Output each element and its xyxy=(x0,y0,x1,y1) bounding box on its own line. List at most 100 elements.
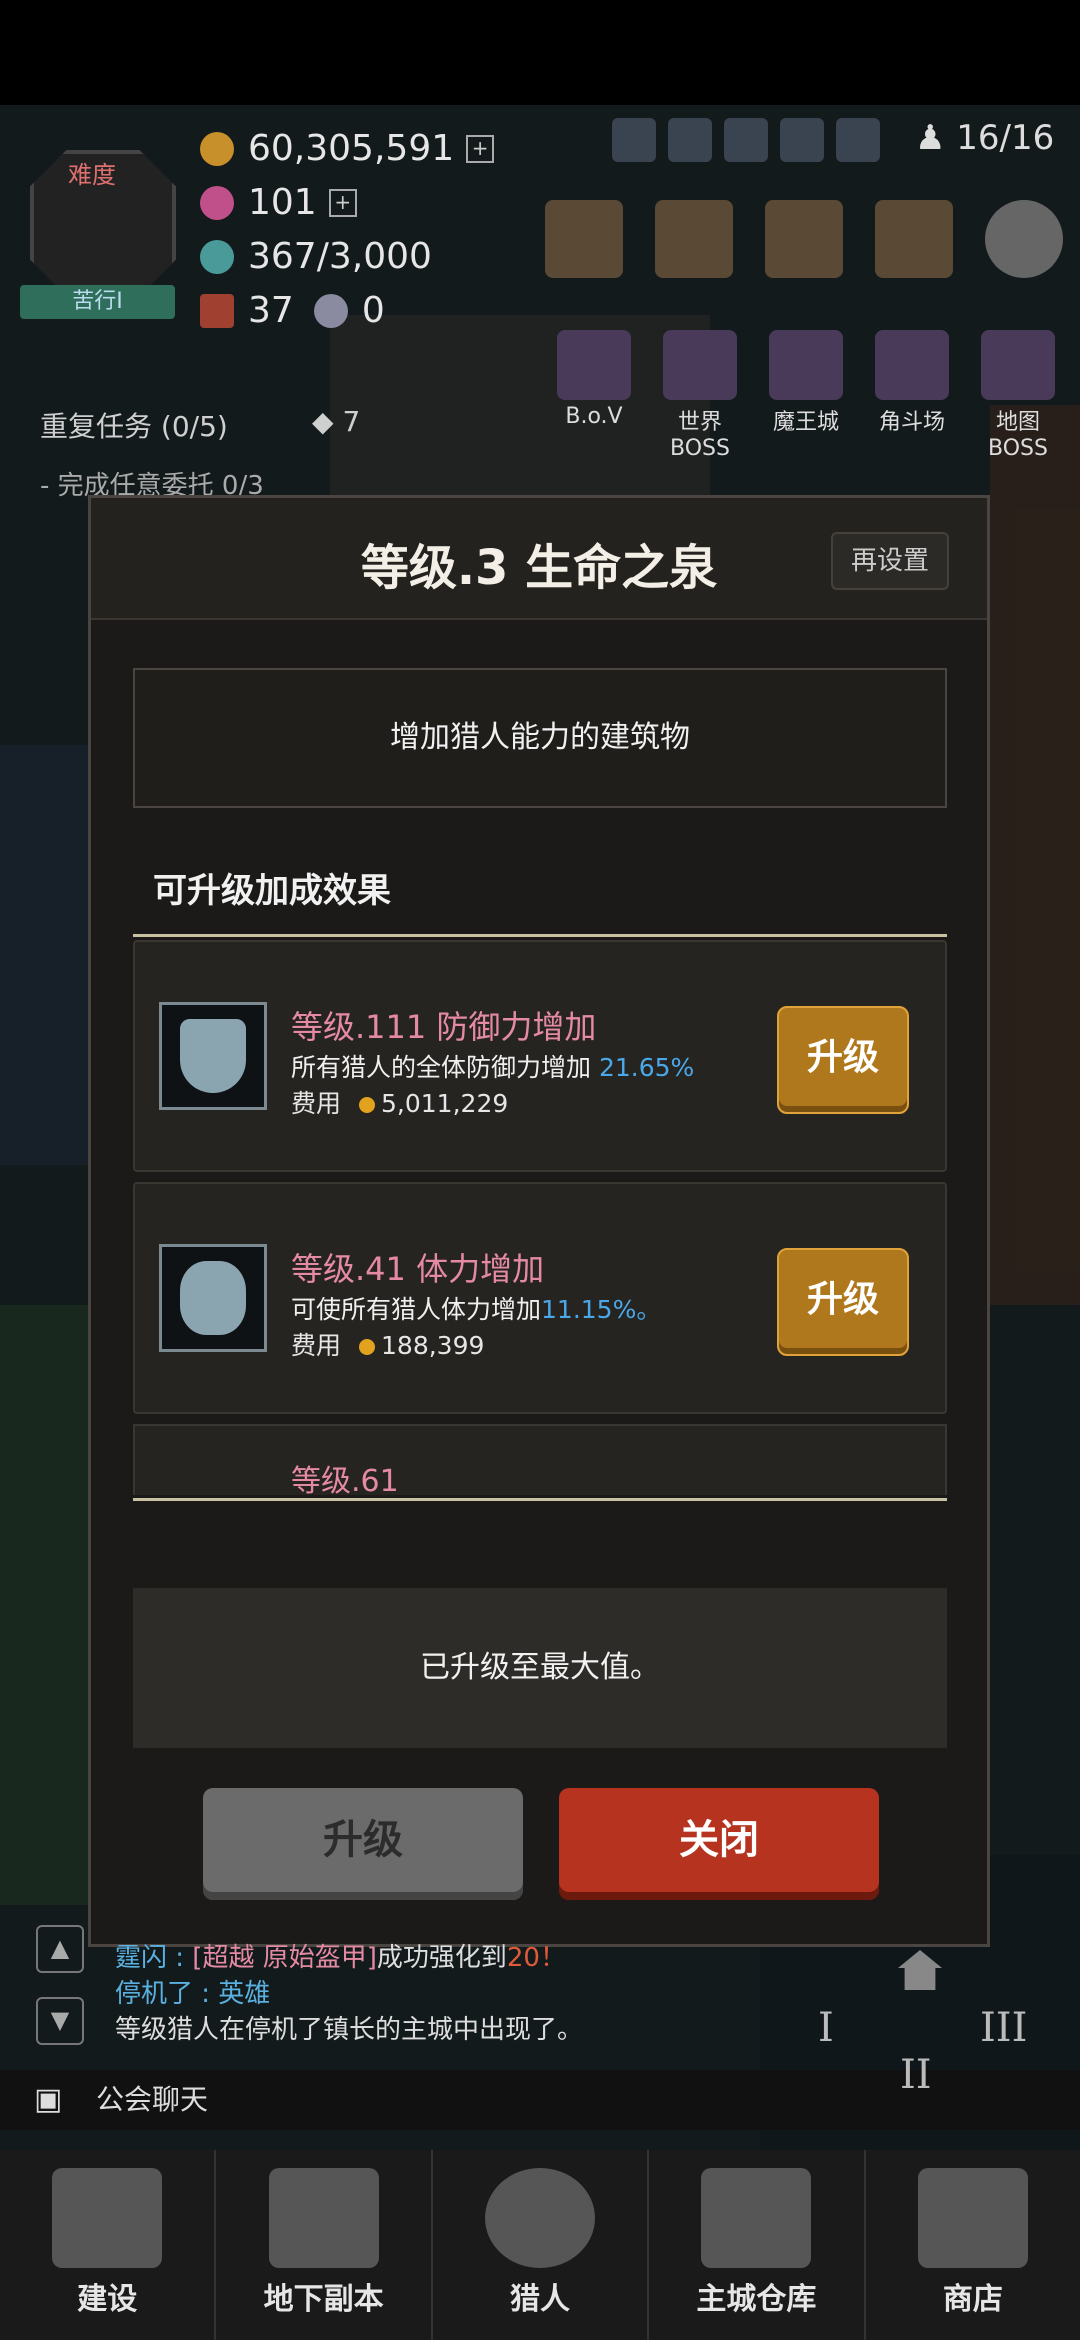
max-level-message: 已升级至最大值。 xyxy=(133,1588,947,1748)
upgrade-desc-text: 所有猎人的全体防御力增加 xyxy=(291,1053,599,1082)
quest-gem-reward: ◆ 7 xyxy=(312,405,361,438)
nav-dungeon[interactable]: 地下副本 xyxy=(216,2150,433,2340)
arena-label: 角斗场 xyxy=(878,410,945,435)
nav-hunters[interactable]: 猎人 xyxy=(433,2150,650,2340)
chevron-up-icon[interactable]: ▲ xyxy=(36,1925,84,1973)
hunter-helmet-icon xyxy=(485,2168,596,2268)
upgrade-name: 等级.111 防御力增加 xyxy=(291,1008,597,1046)
hunter-count: ♟ 16/16 xyxy=(915,118,1055,158)
dialog-header: 等级.3 生命之泉 再设置 xyxy=(91,498,987,620)
map-boss-icon xyxy=(981,330,1055,400)
add-gem-button[interactable]: + xyxy=(328,188,357,217)
mail-icon[interactable] xyxy=(765,200,843,278)
arena-icon xyxy=(875,330,949,400)
trophy-icon[interactable] xyxy=(655,200,733,278)
bov-icon xyxy=(557,330,631,400)
map-boss-label: 地图BOSS xyxy=(988,410,1048,461)
cost-value: 188,399 xyxy=(381,1331,485,1360)
nav-hunters-label: 猎人 xyxy=(510,2282,571,2317)
hunter-count-value: 16/16 xyxy=(956,118,1055,158)
dragon-buff-icon[interactable] xyxy=(836,118,880,162)
arrow-buff-icon[interactable] xyxy=(724,118,768,162)
chat-item: [超越 原始盔甲] xyxy=(192,1943,377,1973)
chat-text: 成功强化到 xyxy=(376,1943,507,1973)
chevron-down-icon[interactable]: ▼ xyxy=(36,1997,84,2045)
upgrade-item-defense: 等级.111 防御力增加 所有猎人的全体防御力增加 21.65% 费用 5,011… xyxy=(133,940,947,1172)
chat-scroll: ▲ ▼ xyxy=(36,1925,84,2069)
coin-icon xyxy=(359,1339,376,1355)
gold-counter: 60,305,591 + xyxy=(200,128,495,169)
upgrade-desc: 所有猎人的全体防御力增加 21.65% xyxy=(291,1048,694,1084)
crystal-value: 0 xyxy=(361,290,385,331)
dungeon-gate-icon xyxy=(268,2168,379,2268)
difficulty-label: 难度 xyxy=(68,161,116,189)
nav-build[interactable]: 建设 xyxy=(0,2150,217,2340)
stamina-counter: 367/3,000 xyxy=(200,236,432,277)
guild-chat-label: 公会聊天 xyxy=(96,2083,209,2116)
quest-gem-value: 7 xyxy=(342,405,361,438)
boss-world[interactable]: 世界BOSS xyxy=(651,330,749,461)
nav-storage[interactable]: 主城仓库 xyxy=(649,2150,866,2340)
cost-label: 费用 xyxy=(291,1331,342,1360)
upgrade-stamina-button[interactable]: 升级 xyxy=(777,1248,909,1356)
repeat-quest-label[interactable]: 重复任务 (0/5) xyxy=(40,405,228,445)
boss-map[interactable]: 地图BOSS xyxy=(969,330,1067,461)
crystal-icon xyxy=(313,293,348,328)
world-boss-icon xyxy=(663,330,737,400)
chat-line: 停机了 : 英雄 xyxy=(115,1976,583,2012)
close-button[interactable]: 关闭 xyxy=(559,1788,879,1900)
upgrade-name: 等级.61 xyxy=(291,1464,399,1495)
chat-sender: 停机了 : xyxy=(115,1979,219,2009)
boss-demon-castle[interactable]: 魔王城 xyxy=(757,330,855,461)
gem-value: 101 xyxy=(248,182,317,223)
demon-castle-icon xyxy=(769,330,843,400)
slot-one[interactable]: I xyxy=(818,2005,834,2051)
shield-buff-icon[interactable] xyxy=(612,118,656,162)
chat-sender: 霆闪 : xyxy=(115,1943,193,1973)
stamina-icon xyxy=(200,239,234,274)
chat-name: 英雄 xyxy=(218,1979,271,2009)
bottom-nav: 建设 地下副本 猎人 主城仓库 商店 xyxy=(0,2150,1080,2340)
boss-bov[interactable]: B.o.V xyxy=(545,330,643,461)
slot-two[interactable]: II xyxy=(900,2052,932,2098)
gem-icon xyxy=(200,185,234,220)
upgrade-pct: 11.15%。 xyxy=(541,1295,662,1324)
chat-level: 20！ xyxy=(506,1943,566,1973)
upgrade-defense-button[interactable]: 升级 xyxy=(777,1006,909,1114)
nav-shop[interactable]: 商店 xyxy=(866,2150,1080,2340)
add-gold-button[interactable]: + xyxy=(466,134,495,163)
book-icon[interactable] xyxy=(545,200,623,278)
cost-value: 5,011,229 xyxy=(381,1089,509,1118)
quest-scroll-icon[interactable] xyxy=(875,200,953,278)
upgrade-cost: 费用 5,011,229 xyxy=(291,1084,508,1120)
nav-dungeon-label: 地下副本 xyxy=(263,2282,384,2317)
stamina-upgrade-icon xyxy=(159,1244,267,1352)
bov-label: B.o.V xyxy=(565,404,623,429)
top-menu xyxy=(545,200,1063,278)
chest-icon xyxy=(200,293,234,328)
stamina-buff-icon[interactable] xyxy=(668,118,712,162)
boss-arena[interactable]: 角斗场 xyxy=(863,330,961,461)
settings-gear-icon[interactable] xyxy=(985,200,1063,278)
status-bar xyxy=(0,0,1080,105)
coin-icon xyxy=(359,1097,376,1113)
gold-coin-icon xyxy=(200,131,234,166)
reset-button[interactable]: 再设置 xyxy=(831,532,949,590)
chat-line: 霆闪 : [超越 原始盔甲]成功强化到20！ xyxy=(115,1940,583,1976)
defense-shield-icon xyxy=(159,1002,267,1110)
building-upgrade-dialog: 等级.3 生命之泉 再设置 增加猎人能力的建筑物 可升级加成效果 等级.111 … xyxy=(88,495,990,1947)
chest-counter: 37 0 xyxy=(200,290,385,331)
chat-bubble-icon: ▣ xyxy=(34,2082,63,2117)
gold-value: 60,305,591 xyxy=(248,128,455,169)
upgrade-building-button[interactable]: 升级 xyxy=(203,1788,523,1900)
world-boss-label: 世界BOSS xyxy=(670,410,730,461)
upgrade-cost: 费用 188,399 xyxy=(291,1326,484,1362)
demon-castle-label: 魔王城 xyxy=(772,410,839,435)
scroll-buff-icon[interactable] xyxy=(780,118,824,162)
difficulty-mode[interactable]: 苦行I xyxy=(20,285,175,319)
buff-icons xyxy=(612,118,880,162)
slot-three[interactable]: III xyxy=(980,2005,1027,2051)
upgrade-list[interactable]: 等级.111 防御力增加 所有猎人的全体防御力增加 21.65% 费用 5,011… xyxy=(133,940,947,1495)
hammer-icon xyxy=(52,2168,163,2268)
cost-label: 费用 xyxy=(291,1089,342,1118)
